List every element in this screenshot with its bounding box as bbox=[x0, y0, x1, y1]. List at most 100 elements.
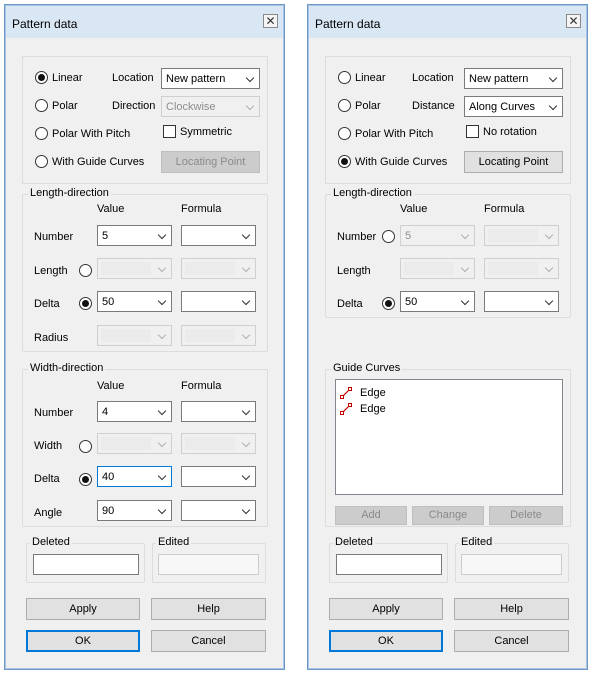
angle-formula-select[interactable] bbox=[181, 500, 256, 521]
location-select[interactable]: New pattern bbox=[464, 68, 563, 89]
close-button[interactable]: ✕ bbox=[566, 14, 581, 28]
chevron-down-icon bbox=[157, 230, 167, 240]
length-delta-formula[interactable] bbox=[484, 291, 559, 312]
radio-polar[interactable] bbox=[35, 99, 48, 112]
location-label: Location bbox=[112, 72, 154, 84]
radius-value-select[interactable] bbox=[97, 325, 172, 346]
symmetric-checkbox[interactable] bbox=[163, 125, 176, 138]
list-item[interactable]: Edge bbox=[340, 401, 520, 417]
delete-button[interactable]: Delete bbox=[489, 506, 563, 525]
label-polar-with-pitch: Polar With Pitch bbox=[355, 128, 434, 140]
edited-label: Edited bbox=[459, 536, 495, 548]
angle-select[interactable]: 90 bbox=[97, 500, 172, 521]
number-label: Number bbox=[337, 231, 377, 243]
length-delta-formula[interactable] bbox=[181, 291, 256, 312]
apply-button[interactable]: Apply bbox=[329, 598, 443, 620]
radio-polar-with-pitch[interactable] bbox=[338, 127, 351, 140]
change-button[interactable]: Change bbox=[412, 506, 484, 525]
chevron-down-icon bbox=[241, 330, 251, 340]
chevron-down-icon bbox=[245, 101, 255, 111]
radio-with-guide-curves[interactable] bbox=[35, 155, 48, 168]
guide-curves-list[interactable]: Edge Edge bbox=[335, 379, 563, 495]
length-value-select[interactable] bbox=[97, 258, 172, 279]
group-title: Length-direction bbox=[331, 187, 414, 199]
apply-button[interactable]: Apply bbox=[26, 598, 140, 620]
edge-icon bbox=[340, 387, 352, 399]
width-number-select[interactable]: 4 bbox=[97, 401, 172, 422]
length-delta-select[interactable]: 50 bbox=[400, 291, 475, 312]
dialog-title: Pattern data bbox=[315, 17, 381, 31]
cancel-button[interactable]: Cancel bbox=[454, 630, 569, 652]
edited-field[interactable] bbox=[461, 554, 562, 575]
formula-header: Formula bbox=[181, 380, 222, 392]
ok-button[interactable]: OK bbox=[329, 630, 443, 652]
no-rotation-label: No rotation bbox=[483, 126, 537, 138]
number-label: Number bbox=[34, 231, 74, 243]
formula-header: Formula bbox=[484, 203, 525, 215]
length-number-formula[interactable] bbox=[181, 225, 256, 246]
radius-formula-select[interactable] bbox=[181, 325, 256, 346]
radio-linear[interactable] bbox=[338, 71, 351, 84]
radio-delta[interactable] bbox=[382, 297, 395, 310]
no-rotation-checkbox[interactable] bbox=[466, 125, 479, 138]
length-label: Length bbox=[337, 265, 371, 277]
close-button[interactable]: ✕ bbox=[263, 14, 278, 28]
deleted-label: Deleted bbox=[333, 536, 375, 548]
width-delta-formula[interactable] bbox=[181, 466, 256, 487]
label-with-guide-curves: With Guide Curves bbox=[355, 156, 448, 168]
edited-field[interactable] bbox=[158, 554, 259, 575]
radio-length[interactable] bbox=[79, 264, 92, 277]
length-delta-select[interactable]: 50 bbox=[97, 291, 172, 312]
length-number-select[interactable]: 5 bbox=[400, 225, 475, 246]
width-delta-select[interactable]: 40 bbox=[97, 466, 172, 487]
length-value-formula[interactable] bbox=[484, 258, 559, 279]
guide-curves-group: Guide Curves Edge Edge Add Change Delete bbox=[325, 362, 571, 527]
radio-width-delta[interactable] bbox=[79, 473, 92, 486]
length-value-select[interactable] bbox=[400, 258, 475, 279]
radio-width[interactable] bbox=[79, 440, 92, 453]
help-button[interactable]: Help bbox=[151, 598, 266, 620]
chevron-down-icon bbox=[157, 263, 167, 273]
chevron-down-icon bbox=[548, 101, 558, 111]
width-number-formula[interactable] bbox=[181, 401, 256, 422]
deleted-field[interactable] bbox=[336, 554, 442, 575]
pattern-type-panel: Linear Polar Polar With Pitch With Guide… bbox=[325, 56, 571, 184]
formula-header: Formula bbox=[181, 203, 222, 215]
title-bar[interactable]: Pattern data ✕ bbox=[6, 6, 283, 38]
symmetric-label: Symmetric bbox=[180, 126, 232, 138]
title-bar[interactable]: Pattern data ✕ bbox=[309, 6, 586, 38]
help-button[interactable]: Help bbox=[454, 598, 569, 620]
deleted-label: Deleted bbox=[30, 536, 72, 548]
radio-number[interactable] bbox=[382, 230, 395, 243]
width-value-select[interactable] bbox=[97, 433, 172, 454]
delta-label: Delta bbox=[337, 298, 363, 310]
length-number-formula[interactable] bbox=[484, 225, 559, 246]
radio-polar-with-pitch[interactable] bbox=[35, 127, 48, 140]
locating-point-button[interactable]: Locating Point bbox=[161, 151, 260, 173]
radio-polar[interactable] bbox=[338, 99, 351, 112]
locating-point-button[interactable]: Locating Point bbox=[464, 151, 563, 173]
group-title: Width-direction bbox=[28, 362, 106, 374]
label-polar-with-pitch: Polar With Pitch bbox=[52, 128, 131, 140]
location-select[interactable]: New pattern bbox=[161, 68, 260, 89]
close-icon: ✕ bbox=[568, 14, 579, 28]
chevron-down-icon bbox=[460, 296, 470, 306]
distance-select[interactable]: Along Curves bbox=[464, 96, 563, 117]
add-button[interactable]: Add bbox=[335, 506, 407, 525]
cancel-button[interactable]: Cancel bbox=[151, 630, 266, 652]
radio-linear[interactable] bbox=[35, 71, 48, 84]
length-number-select[interactable]: 5 bbox=[97, 225, 172, 246]
chevron-down-icon bbox=[157, 406, 167, 416]
radio-with-guide-curves[interactable] bbox=[338, 155, 351, 168]
group-title: Guide Curves bbox=[331, 362, 403, 374]
width-value-formula[interactable] bbox=[181, 433, 256, 454]
length-value-formula[interactable] bbox=[181, 258, 256, 279]
chevron-down-icon bbox=[241, 263, 251, 273]
label-polar: Polar bbox=[52, 100, 78, 112]
deleted-field[interactable] bbox=[33, 554, 139, 575]
radio-delta[interactable] bbox=[79, 297, 92, 310]
group-title: Length-direction bbox=[28, 187, 111, 199]
list-item[interactable]: Edge bbox=[340, 385, 520, 401]
ok-button[interactable]: OK bbox=[26, 630, 140, 652]
direction-select[interactable]: Clockwise bbox=[161, 96, 260, 117]
